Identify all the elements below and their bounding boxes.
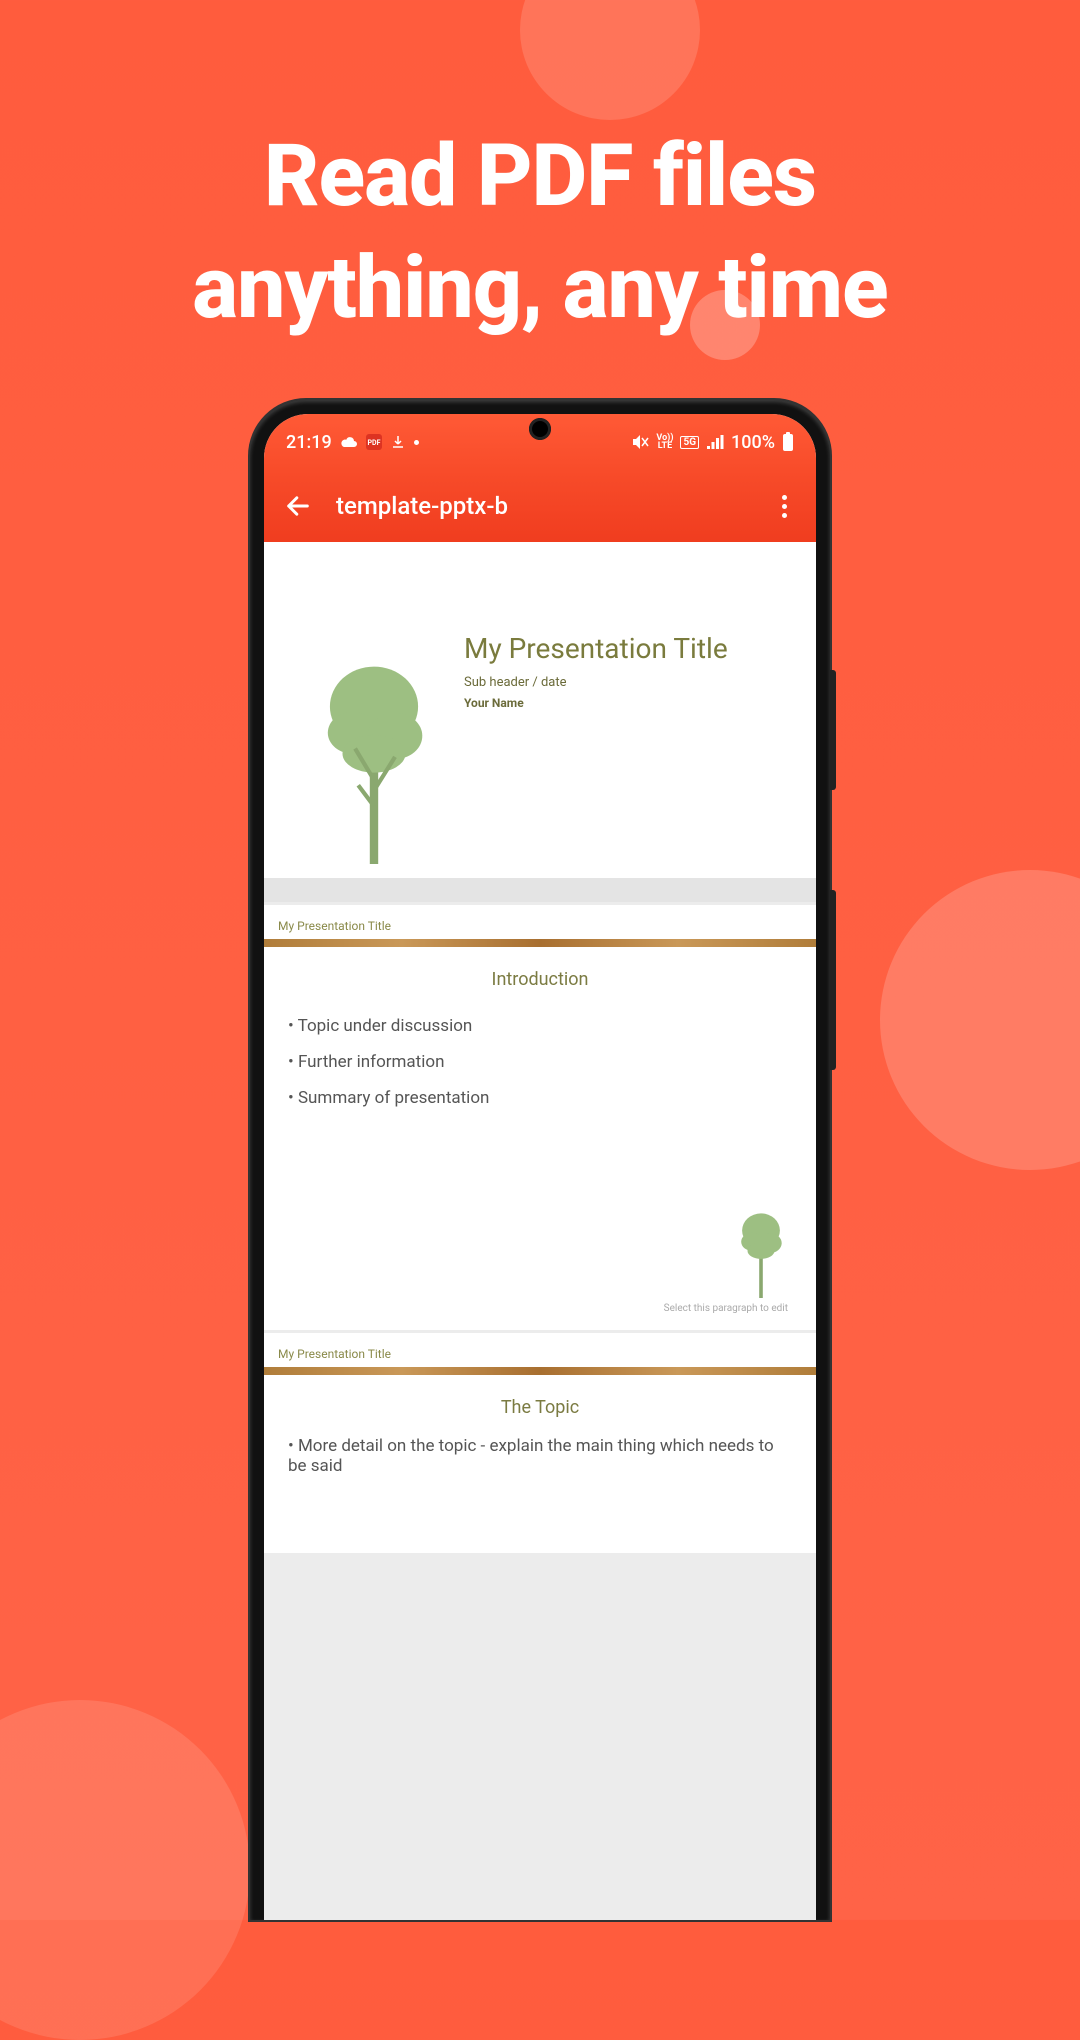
battery-percent: 100% — [731, 432, 775, 453]
marketing-headline: Read PDF files anything, any time — [0, 120, 1080, 344]
headline-line1: Read PDF files — [0, 120, 1080, 232]
download-icon — [390, 434, 406, 450]
status-left: 21:19 PDF — [286, 432, 419, 453]
signal-icon — [706, 435, 724, 449]
cloud-icon — [340, 435, 358, 449]
battery-icon — [782, 432, 794, 452]
back-button[interactable] — [284, 492, 312, 520]
tree-illustration-small — [736, 1208, 786, 1298]
slide-1: My Presentation Title Sub header / date … — [264, 542, 816, 902]
phone-camera — [529, 418, 551, 440]
status-time: 21:19 — [286, 432, 332, 453]
volte-icon: Vo)) LTE — [656, 434, 673, 450]
fiveg-icon: 5G — [680, 436, 699, 449]
mute-icon — [631, 434, 649, 450]
decorative-circle — [0, 1700, 250, 2040]
list-item: • Summary of presentation — [288, 1080, 792, 1116]
decorative-circle — [520, 0, 700, 120]
document-title: template-pptx-b — [336, 492, 748, 520]
slide2-edit-hint: Select this paragraph to edit — [664, 1303, 788, 1314]
status-right: Vo)) LTE 5G 100% — [631, 432, 794, 453]
slide-2: My Presentation Title Introduction • Top… — [264, 905, 816, 1330]
phone-side-button — [830, 890, 836, 1070]
tree-illustration — [319, 654, 429, 864]
decorative-circle — [880, 870, 1080, 1170]
slide2-header: My Presentation Title — [264, 905, 816, 939]
slide1-footer-band — [264, 878, 816, 902]
dot-icon — [414, 440, 419, 445]
slide2-section-title: Introduction — [264, 947, 816, 1008]
slide1-author: Your Name — [464, 696, 786, 710]
list-item: • Topic under discussion — [288, 1008, 792, 1044]
wood-divider — [264, 939, 816, 947]
wood-divider — [264, 1367, 816, 1375]
slide2-bullets: • Topic under discussion • Further infor… — [264, 1008, 816, 1116]
document-viewer[interactable]: My Presentation Title Sub header / date … — [264, 542, 816, 1920]
slide-3: My Presentation Title The Topic • More d… — [264, 1333, 816, 1553]
slide1-subheader: Sub header / date — [464, 675, 786, 690]
phone-screen: 21:19 PDF Vo)) LTE 5G — [264, 414, 816, 1920]
slide1-title: My Presentation Title — [464, 632, 786, 665]
headline-line2: anything, any time — [0, 232, 1080, 344]
list-item: • Further information — [288, 1044, 792, 1080]
more-menu-button[interactable] — [772, 494, 796, 518]
pdf-app-icon: PDF — [366, 434, 382, 450]
phone-side-button — [830, 670, 836, 790]
app-bar: template-pptx-b — [264, 470, 816, 542]
slide3-header: My Presentation Title — [264, 1333, 816, 1367]
svg-text:PDF: PDF — [367, 439, 380, 447]
phone-mockup: 21:19 PDF Vo)) LTE 5G — [250, 400, 830, 1920]
slide3-bullet: • More detail on the topic - explain the… — [264, 1436, 816, 1476]
slide3-section-title: The Topic — [264, 1375, 816, 1436]
